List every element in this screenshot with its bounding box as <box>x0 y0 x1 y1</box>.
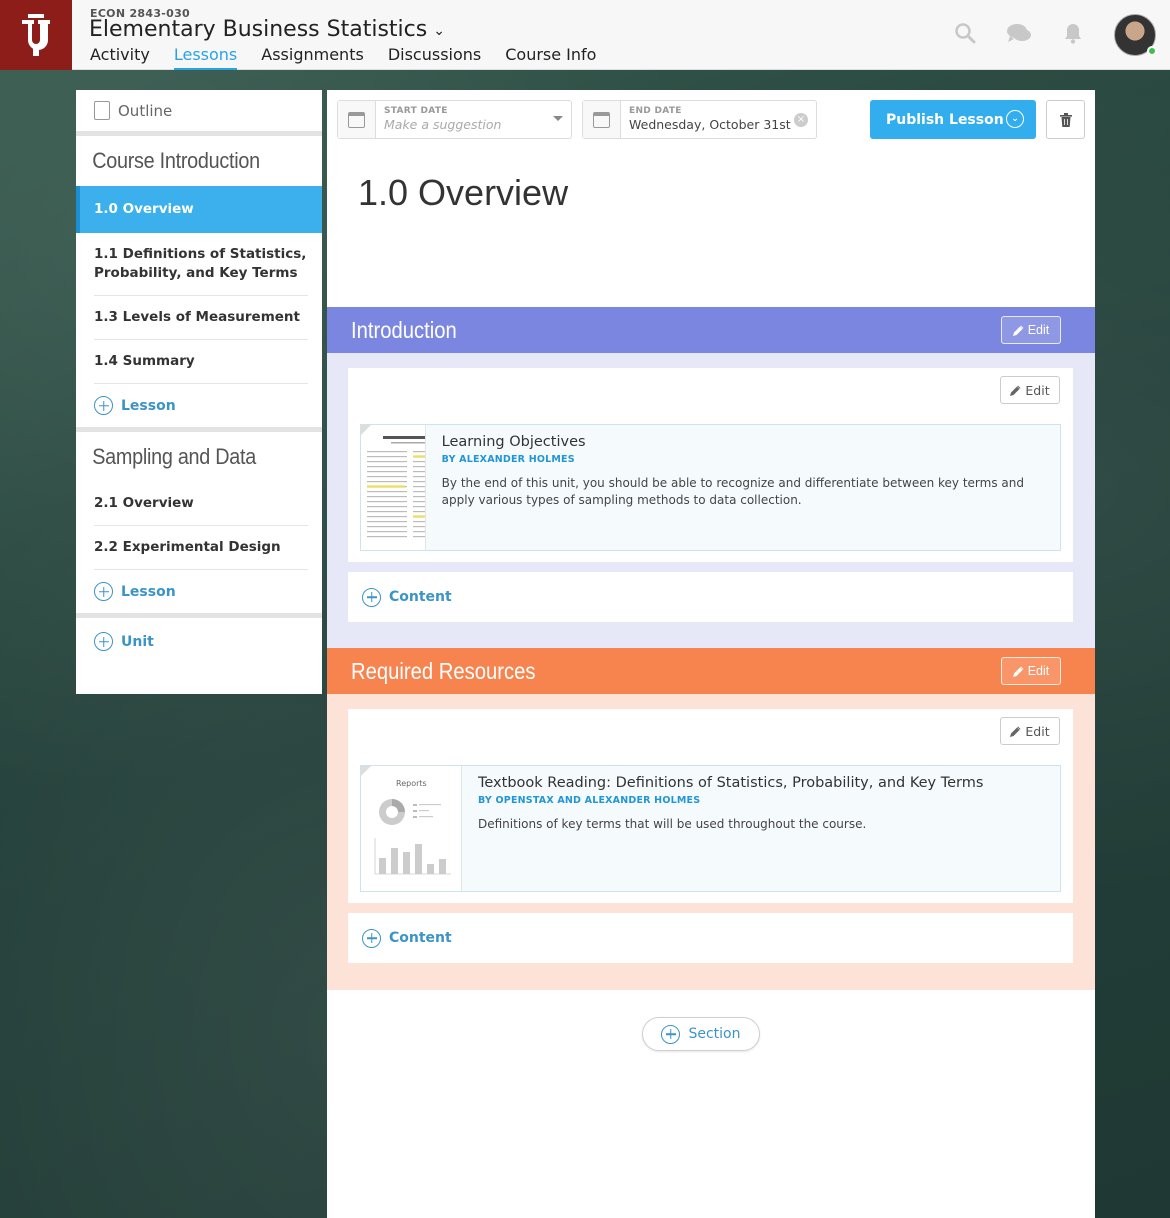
lesson-title[interactable]: 1.0 Overview <box>358 172 568 214</box>
report-thumbnail: Reports <box>361 766 462 891</box>
start-date-picker[interactable]: START DATE Make a suggestion <box>337 100 572 139</box>
section-body: Edit Learning Objectives BY ALEXANDER HO… <box>327 353 1095 649</box>
content-card: Edit Learning Objectives BY ALEXANDER HO… <box>348 368 1073 562</box>
nav-tab-lessons[interactable]: Lessons <box>173 45 238 70</box>
unit-title[interactable]: Course Introduction <box>76 136 297 186</box>
user-avatar[interactable] <box>1114 14 1157 56</box>
add-lesson-label: Lesson <box>121 397 176 414</box>
unit-title-text: Sampling and Data <box>92 444 257 469</box>
unit-title[interactable]: Sampling and Data <box>76 432 297 482</box>
publish-lesson-button[interactable]: Publish Lesson ⌄ <box>870 100 1036 139</box>
chat-icon[interactable] <box>1006 22 1032 44</box>
edit-label: Edit <box>1025 723 1050 739</box>
calendar-icon <box>338 101 376 138</box>
edit-label: Edit <box>1025 382 1050 398</box>
content-item-title[interactable]: Learning Objectives <box>442 434 1044 450</box>
reading-thumbnail <box>361 425 426 550</box>
course-nav: Activity Lessons Assignments Discussions… <box>90 45 596 70</box>
top-bar: ECON 2843-030 Elementary Business Statis… <box>0 0 1170 70</box>
add-content-button[interactable]: Content <box>348 572 1073 622</box>
add-content-label: Content <box>389 589 452 605</box>
dropdown-caret-icon[interactable] <box>553 116 563 121</box>
start-date-input[interactable]: Make a suggestion <box>384 117 563 132</box>
section-header: Introduction Edit <box>327 307 1095 353</box>
ou-logo-icon <box>22 14 50 56</box>
content-item[interactable]: Learning Objectives BY ALEXANDER HOLMES … <box>360 424 1061 551</box>
outline-label: Outline <box>118 101 173 120</box>
section-title: Introduction <box>351 316 457 343</box>
add-content-button[interactable]: Content <box>348 913 1073 963</box>
section-body: Edit Reports Textbook Reading: Definitio… <box>327 694 1095 990</box>
university-logo[interactable] <box>0 0 72 70</box>
plus-circle-icon <box>94 582 113 601</box>
end-date-picker[interactable]: END DATE Wednesday, October 31st × <box>582 100 817 139</box>
chevron-down-icon: ⌄ <box>433 22 445 39</box>
sidebar-lesson-item[interactable]: 2.1 Overview <box>94 482 308 526</box>
add-lesson-button[interactable]: Lesson <box>76 570 322 613</box>
start-date-label: START DATE <box>384 106 448 116</box>
publish-label: Publish Lesson <box>886 111 1004 128</box>
nav-tab-course-info[interactable]: Course Info <box>505 45 596 70</box>
sidebar-lesson-item[interactable]: 1.4 Summary <box>94 340 308 384</box>
section-title: Required Resources <box>351 657 536 684</box>
plus-circle-icon <box>362 928 381 948</box>
add-section-button[interactable]: Section <box>642 1017 760 1051</box>
pencil-icon <box>1012 325 1024 336</box>
trash-icon <box>1059 112 1072 127</box>
end-date-label: END DATE <box>629 106 682 116</box>
content-card: Edit Reports Textbook Reading: Definitio… <box>348 709 1073 903</box>
document-icon <box>94 101 110 120</box>
calendar-icon <box>583 101 621 138</box>
lesson-editor: START DATE Make a suggestion END DATE We… <box>327 90 1095 1218</box>
pencil-icon <box>1012 666 1024 677</box>
edit-card-button[interactable]: Edit <box>1000 376 1060 404</box>
sidebar-lesson-item[interactable]: 1.3 Levels of Measurement <box>94 296 308 340</box>
edit-section-button[interactable]: Edit <box>1001 657 1061 685</box>
plus-circle-icon <box>661 1024 681 1044</box>
plus-circle-icon <box>362 587 381 607</box>
course-title: Elementary Business Statistics <box>89 17 428 42</box>
plus-circle-icon <box>94 396 113 415</box>
edit-label: Edit <box>1027 323 1050 337</box>
chevron-down-circle-icon[interactable]: ⌄ <box>1006 110 1024 128</box>
add-section-label: Section <box>688 1026 741 1042</box>
plus-circle-icon <box>94 632 113 651</box>
pencil-icon <box>1010 385 1021 396</box>
sidebar-lesson-item[interactable]: 1.1 Definitions of Statistics, Probabili… <box>94 233 308 296</box>
online-status-dot <box>1147 46 1157 56</box>
content-item-title[interactable]: Textbook Reading: Definitions of Statist… <box>478 775 983 791</box>
clear-icon[interactable]: × <box>794 113 808 127</box>
nav-tab-activity[interactable]: Activity <box>90 45 150 70</box>
lesson-outline-sidebar: Outline Course Introduction 1.0 Overview… <box>76 90 322 694</box>
edit-card-button[interactable]: Edit <box>1000 717 1060 745</box>
add-lesson-button[interactable]: Lesson <box>76 384 322 427</box>
end-date-input[interactable]: Wednesday, October 31st <box>629 117 808 132</box>
nav-tab-assignments[interactable]: Assignments <box>261 45 364 70</box>
content-item-author: BY ALEXANDER HOLMES <box>441 454 575 465</box>
outline-toggle[interactable]: Outline <box>76 90 322 136</box>
add-unit-label: Unit <box>121 633 154 650</box>
edit-label: Edit <box>1027 664 1050 678</box>
add-lesson-label: Lesson <box>121 583 176 600</box>
unit-title-text: Course Introduction <box>92 148 260 173</box>
edit-section-button[interactable]: Edit <box>1001 316 1061 344</box>
sidebar-lesson-item[interactable]: 1.0 Overview <box>76 186 322 233</box>
thumb-title: Reports <box>396 779 427 788</box>
pencil-icon <box>1010 726 1021 737</box>
delete-button[interactable] <box>1046 100 1085 139</box>
section-header: Required Resources Edit <box>327 648 1095 694</box>
content-item[interactable]: Reports Textbook Reading: Definitions of… <box>360 765 1061 892</box>
content-item-author: BY OPENSTAX AND ALEXANDER HOLMES <box>478 795 701 806</box>
search-icon[interactable] <box>954 22 976 44</box>
bell-icon[interactable] <box>1062 22 1084 44</box>
add-unit-button[interactable]: Unit <box>76 618 322 663</box>
course-switcher[interactable]: Elementary Business Statistics ⌄ <box>89 17 445 42</box>
content-item-description: By the end of this unit, you should be a… <box>441 476 1024 507</box>
add-content-label: Content <box>389 930 452 946</box>
content-item-description: Definitions of key terms that will be us… <box>478 817 867 831</box>
sidebar-lesson-item[interactable]: 2.2 Experimental Design <box>94 526 308 570</box>
nav-tab-discussions[interactable]: Discussions <box>388 45 481 70</box>
